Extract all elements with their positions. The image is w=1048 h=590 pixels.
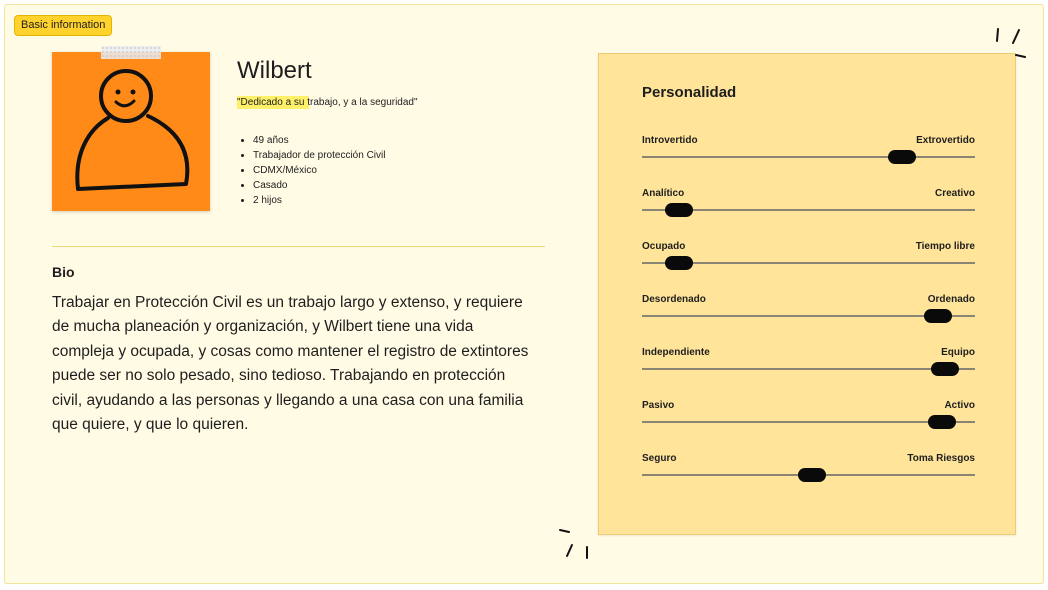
personality-sticky-note[interactable]: Personalidad Introvertido Extrovertido A…	[598, 53, 1016, 535]
trait-left-label: Seguro	[642, 453, 677, 464]
sparkle-doodle-icon	[996, 28, 1026, 58]
section-tag[interactable]: Basic information	[14, 15, 113, 36]
slider-knob[interactable]	[797, 468, 826, 482]
fact-item: 2 hijos	[253, 193, 385, 208]
trait-slider-analitico: Analítico Creativo	[642, 188, 975, 228]
fact-item: 49 años	[253, 133, 385, 148]
trait-right-label: Toma Riesgos	[907, 453, 975, 464]
trait-right-label: Creativo	[934, 188, 975, 199]
slider-knob[interactable]	[887, 150, 916, 164]
slider-track	[642, 421, 975, 423]
trait-slider-desordenado: Desordenado Ordenado	[642, 294, 975, 334]
slider-knob[interactable]	[664, 203, 693, 217]
trait-left-label: Independiente	[642, 347, 710, 358]
persona-quote: "Dedicado a su trabajo, y a la seguridad…	[237, 96, 418, 109]
fact-item: Trabajador de protección Civil	[253, 148, 385, 163]
person-doodle-icon	[75, 69, 190, 191]
bio-text: Trabajar en Protección Civil es un traba…	[52, 294, 529, 434]
trait-left-label: Pasivo	[642, 400, 675, 411]
slider-track	[642, 156, 975, 158]
slider-knob[interactable]	[927, 415, 956, 429]
trait-right-label: Equipo	[941, 347, 975, 358]
persona-name: Wilbert	[237, 57, 312, 84]
slider-track	[642, 368, 975, 370]
trait-slider-ocupado: Ocupado Tiempo libre	[642, 241, 975, 281]
fact-item: CDMX/México	[253, 163, 385, 178]
trait-left-label: Introvertido	[642, 135, 698, 146]
slider-knob[interactable]	[924, 309, 953, 323]
trait-left-label: Desordenado	[642, 294, 706, 305]
trait-slider-pasivo: Pasivo Activo	[642, 400, 975, 440]
sparkle-doodle-icon	[559, 529, 588, 559]
slider-knob[interactable]	[664, 256, 693, 270]
bio-title: Bio	[52, 264, 75, 280]
persona-facts: 49 años Trabajador de protección Civil C…	[240, 133, 385, 208]
trait-right-label: Ordenado	[927, 294, 975, 305]
trait-right-label: Extrovertido	[916, 135, 975, 146]
avatar-photo[interactable]	[52, 52, 210, 211]
slider-knob[interactable]	[931, 362, 960, 376]
trait-slider-independiente: Independiente Equipo	[642, 347, 975, 387]
trait-right-label: Tiempo libre	[915, 241, 975, 252]
trait-left-label: Analítico	[642, 188, 685, 199]
trait-slider-seguro: Seguro Toma Riesgos	[642, 453, 975, 493]
trait-left-label: Ocupado	[642, 241, 686, 252]
divider	[52, 246, 545, 247]
trait-right-label: Activo	[944, 400, 975, 411]
personality-title: Personalidad	[642, 84, 737, 101]
tape-strip	[101, 46, 161, 59]
trait-slider-introvertido: Introvertido Extrovertido	[642, 135, 975, 175]
fact-item: Casado	[253, 178, 385, 193]
